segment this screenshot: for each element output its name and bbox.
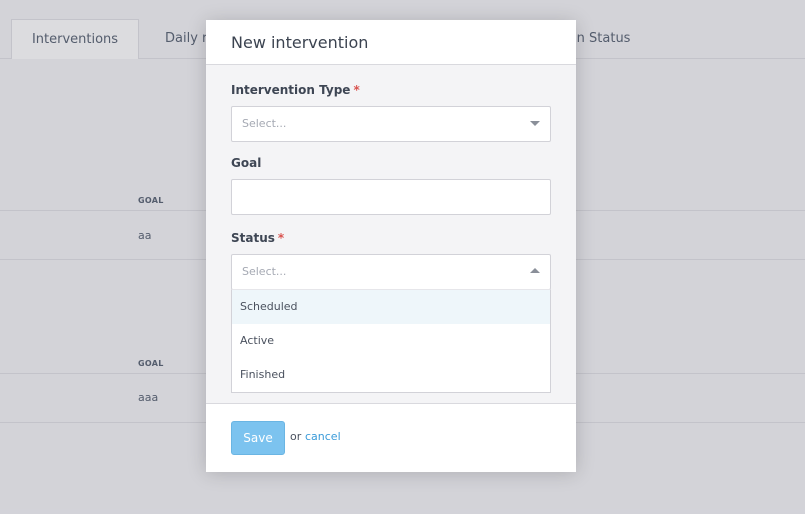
- intervention-type-label: Intervention Type *: [231, 83, 360, 97]
- modal-title: New intervention: [231, 33, 369, 52]
- goal-input[interactable]: [231, 179, 551, 215]
- required-mark: *: [277, 231, 285, 245]
- chevron-up-icon: [530, 268, 540, 273]
- status-select[interactable]: Select...: [231, 254, 551, 290]
- modal-header: New intervention: [206, 20, 576, 65]
- new-intervention-modal: New intervention Intervention Type * Sele…: [206, 20, 576, 472]
- status-label-text: Status: [231, 231, 275, 245]
- status-option-finished[interactable]: Finished: [232, 358, 550, 392]
- cancel-link[interactable]: cancel: [305, 430, 341, 443]
- status-option-active[interactable]: Active: [232, 324, 550, 358]
- status-placeholder: Select...: [242, 265, 287, 278]
- goal-label: Goal: [231, 156, 262, 170]
- or-text: or: [290, 430, 302, 443]
- save-button[interactable]: Save: [231, 421, 285, 455]
- status-label: Status *: [231, 231, 284, 245]
- intervention-type-select[interactable]: Select...: [231, 106, 551, 142]
- status-option-scheduled[interactable]: Scheduled: [232, 290, 550, 324]
- intervention-type-label-text: Intervention Type: [231, 83, 351, 97]
- status-dropdown: Scheduled Active Finished: [231, 289, 551, 393]
- modal-footer: Save or cancel: [206, 403, 576, 472]
- chevron-down-icon: [530, 121, 540, 126]
- intervention-type-placeholder: Select...: [242, 117, 287, 130]
- required-mark: *: [353, 83, 360, 97]
